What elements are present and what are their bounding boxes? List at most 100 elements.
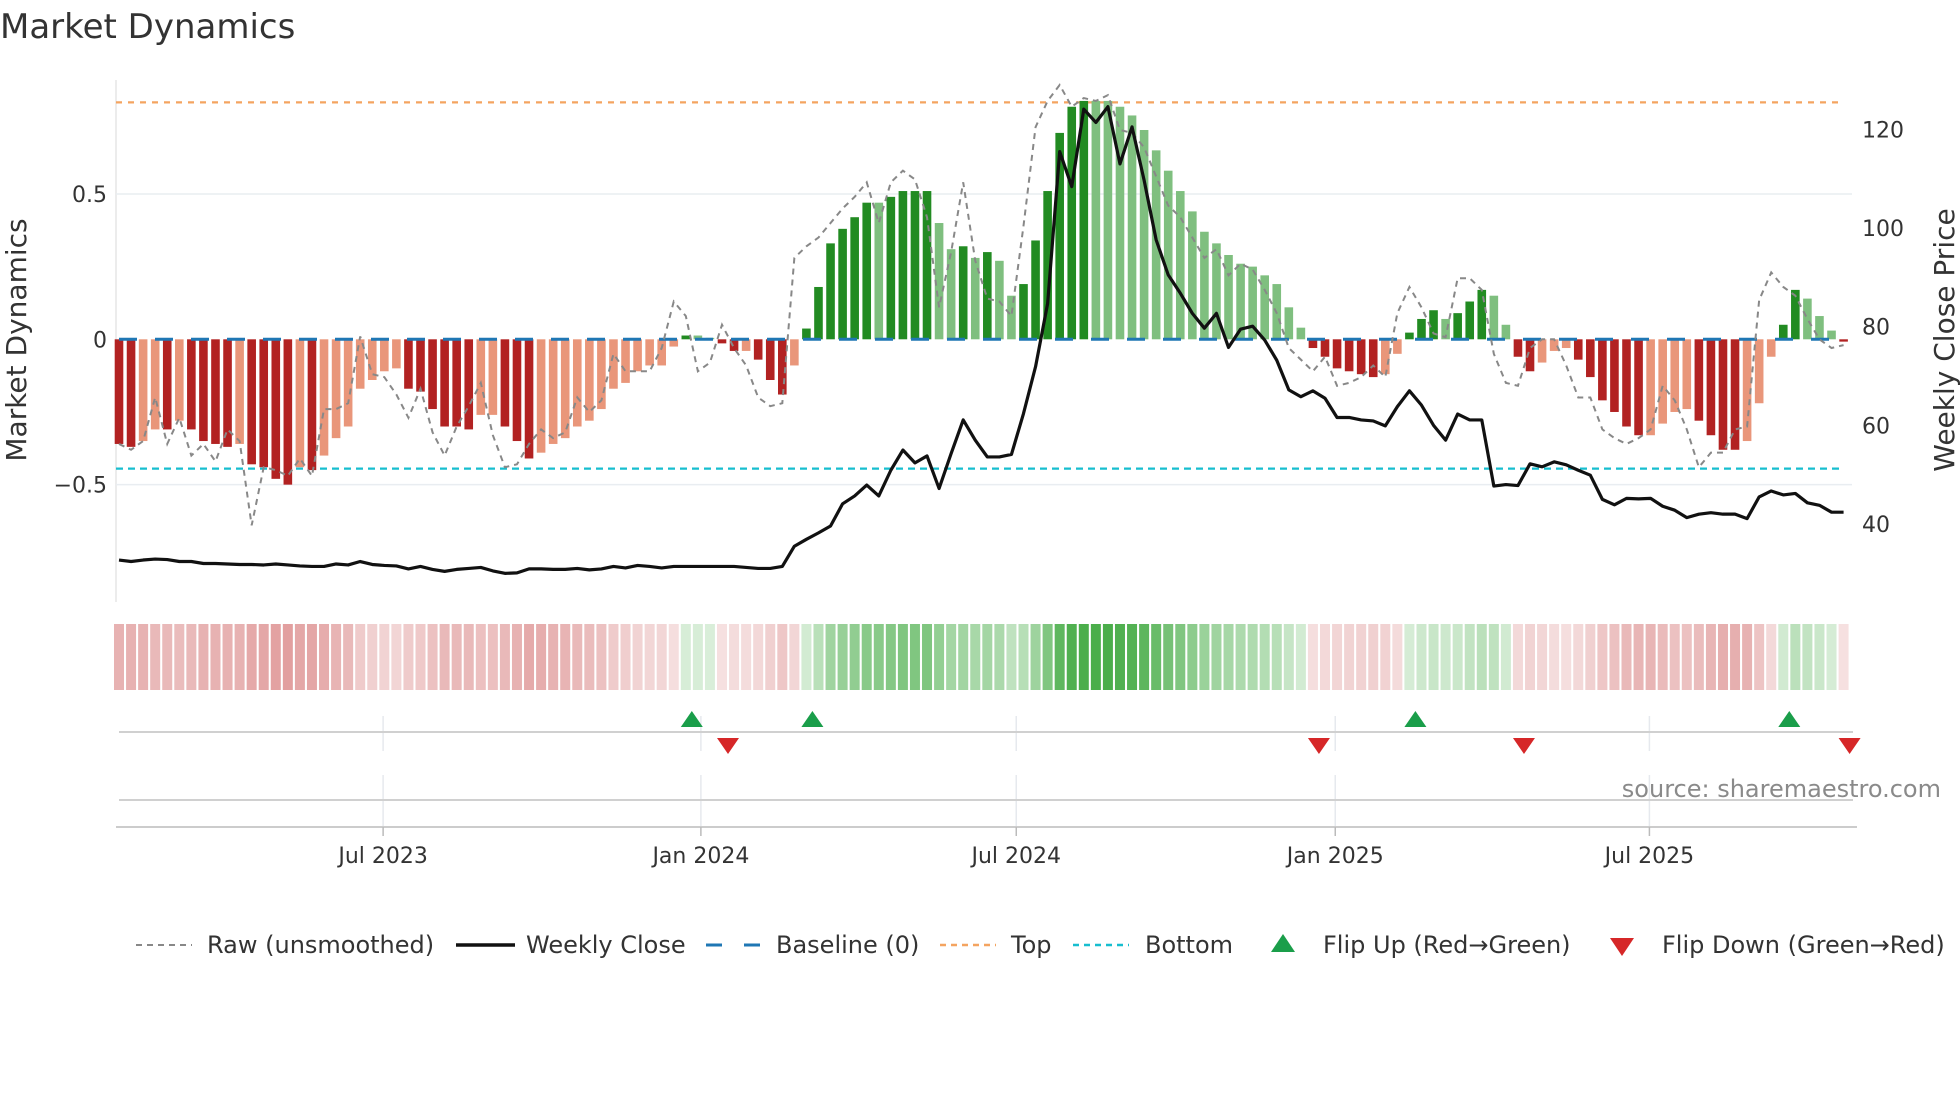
regime-cell	[777, 624, 788, 690]
momentum-bar	[753, 339, 763, 360]
x-tick-label: Jul 2024	[969, 844, 1061, 869]
legend-item-down: Flip Down (Green→Red)	[1610, 931, 1945, 959]
regime-cell	[319, 624, 330, 690]
regime-cell	[1356, 624, 1367, 690]
momentum-bar	[1634, 339, 1643, 436]
momentum-bar	[560, 339, 570, 439]
momentum-bar	[1007, 295, 1016, 340]
regime-cell	[934, 624, 945, 690]
momentum-bar	[235, 339, 244, 444]
raw-unsmoothed-line	[118, 83, 1844, 526]
momentum-bar	[621, 339, 630, 383]
momentum-bar	[814, 286, 823, 340]
momentum-bar	[392, 339, 401, 369]
momentum-bar	[1320, 339, 1330, 357]
momentum-bar	[1284, 307, 1294, 340]
momentum-bar	[199, 339, 208, 442]
regime-cell	[1754, 624, 1765, 690]
regime-cell	[1259, 624, 1270, 690]
regime-cell	[873, 624, 884, 690]
regime-cell	[1030, 624, 1041, 690]
regime-cell	[1042, 624, 1053, 690]
regime-cell	[343, 624, 354, 690]
regime-cell	[849, 624, 860, 690]
regime-cell	[922, 624, 933, 690]
right-tick-label: 100	[1862, 217, 1904, 242]
momentum-bar	[741, 339, 751, 351]
regime-cell	[1066, 624, 1077, 690]
regime-cell	[1549, 624, 1560, 690]
regime-cell	[1223, 624, 1234, 690]
regime-cell	[1742, 624, 1753, 690]
momentum-bar	[536, 339, 546, 453]
momentum-bar	[283, 339, 293, 485]
flip-up-marker	[1404, 711, 1427, 727]
regime-cell	[379, 624, 390, 690]
momentum-bar	[1598, 339, 1607, 401]
regime-cell	[608, 624, 619, 690]
regime-cell	[885, 624, 896, 690]
regime-cell	[1102, 624, 1113, 690]
momentum-bar	[1393, 339, 1402, 354]
momentum-bar	[838, 228, 847, 340]
regime-cell	[282, 624, 293, 690]
momentum-bar	[488, 339, 498, 415]
momentum-bar	[1754, 339, 1764, 404]
momentum-bar	[681, 335, 691, 340]
regime-cell	[536, 624, 547, 690]
momentum-bar	[259, 339, 269, 468]
regime-cell	[1163, 624, 1174, 690]
regime-cell	[1537, 624, 1548, 690]
legend-label: Bottom	[1145, 931, 1233, 959]
momentum-bar	[162, 339, 172, 430]
regime-cell	[391, 624, 402, 690]
series-lines	[118, 83, 1844, 575]
momentum-bar	[1332, 339, 1342, 369]
momentum-bar	[1453, 313, 1462, 340]
regime-cell	[475, 624, 486, 690]
regime-cell	[1693, 624, 1704, 690]
regime-cell	[451, 624, 462, 690]
momentum-bar	[175, 339, 184, 421]
regime-cell	[704, 624, 715, 690]
regime-cell	[306, 624, 317, 690]
regime-cell	[1211, 624, 1222, 690]
regime-cell	[1621, 624, 1632, 690]
regime-cell	[1730, 624, 1741, 690]
regime-cell	[138, 624, 149, 690]
regime-cell	[982, 624, 993, 690]
momentum-bar	[1718, 339, 1728, 450]
momentum-bar	[524, 339, 534, 459]
regime-cell	[270, 624, 281, 690]
momentum-bar	[1501, 324, 1511, 340]
momentum-bar	[150, 339, 160, 430]
regime-cell	[656, 624, 667, 690]
momentum-bar	[428, 339, 437, 410]
momentum-bar	[295, 339, 305, 468]
regime-cell	[1332, 624, 1343, 690]
momentum-bar	[1296, 327, 1306, 340]
regime-cell	[1645, 624, 1656, 690]
momentum-bar	[1586, 339, 1595, 378]
regime-cell	[162, 624, 173, 690]
regime-cell	[1428, 624, 1439, 690]
regime-cell	[584, 624, 595, 690]
regime-cell	[632, 624, 643, 690]
regime-cell	[1826, 624, 1837, 690]
regime-cell	[1295, 624, 1306, 690]
regime-cell	[427, 624, 438, 690]
right-tick-label: 120	[1862, 118, 1904, 143]
regime-cell	[499, 624, 510, 690]
momentum-bar	[1658, 339, 1667, 424]
momentum-bar	[1803, 298, 1812, 340]
regime-cell	[355, 624, 366, 690]
regime-cell	[126, 624, 137, 690]
momentum-bar	[862, 202, 872, 340]
regime-cell	[1006, 624, 1017, 690]
momentum-bar	[1682, 339, 1692, 410]
momentum-bar	[247, 339, 256, 465]
regime-cell	[994, 624, 1005, 690]
momentum-bar	[211, 339, 220, 444]
regime-cell	[765, 624, 776, 690]
regime-cell	[644, 624, 655, 690]
